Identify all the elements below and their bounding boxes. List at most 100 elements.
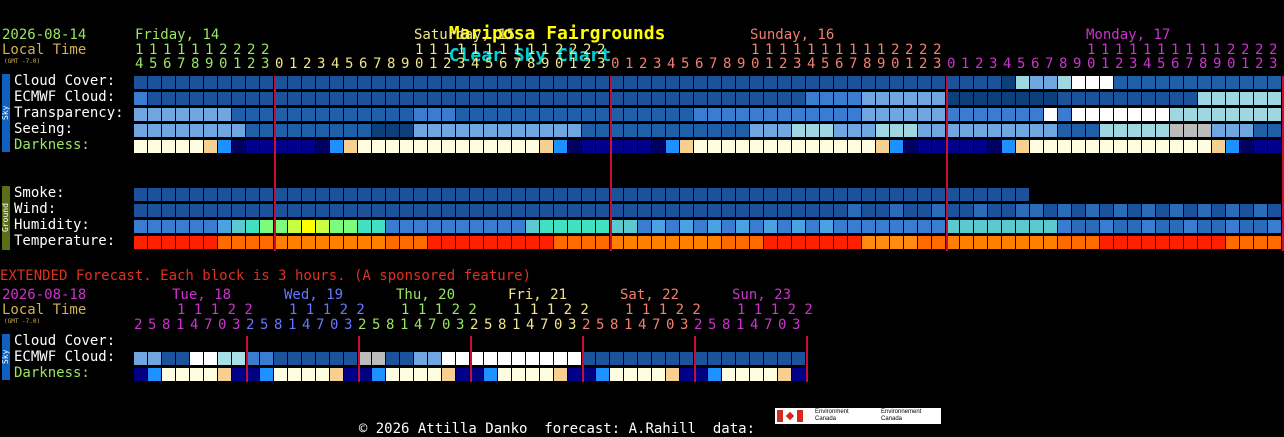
extended-darkness-block[interactable]: [792, 368, 805, 381]
extended-ecmwf-cloud-block[interactable]: [204, 352, 217, 365]
extended-ecmwf-cloud-block[interactable]: [218, 352, 231, 365]
extended-darkness-block[interactable]: [386, 368, 399, 381]
extended-darkness-block[interactable]: [610, 368, 623, 381]
extended-ecmwf-cloud-block[interactable]: [484, 352, 497, 365]
extended-darkness-block[interactable]: [316, 368, 329, 381]
extended-ecmwf-cloud-block[interactable]: [162, 352, 175, 365]
extended-darkness-block[interactable]: [330, 368, 343, 381]
extended-ecmwf-cloud-block[interactable]: [260, 352, 273, 365]
extended-darkness-block[interactable]: [344, 368, 357, 381]
extended-darkness-block[interactable]: [442, 368, 455, 381]
extended-ecmwf-cloud-block[interactable]: [302, 352, 315, 365]
extended-darkness-block[interactable]: [148, 368, 161, 381]
extended-ecmwf-cloud-block[interactable]: [148, 352, 161, 365]
extended-ecmwf-cloud-block[interactable]: [652, 352, 665, 365]
footer-copyright[interactable]: © 2026 Attilla Danko: [359, 421, 528, 437]
extended-darkness-block[interactable]: [484, 368, 497, 381]
extended-ecmwf-cloud-block[interactable]: [666, 352, 679, 365]
extended-hour-digit: 0: [778, 317, 787, 333]
extended-ecmwf-cloud-block[interactable]: [232, 352, 245, 365]
extended-darkness-block[interactable]: [596, 368, 609, 381]
extended-darkness-block[interactable]: [372, 368, 385, 381]
extended-darkness-block[interactable]: [232, 368, 245, 381]
extended-ecmwf-cloud-block[interactable]: [176, 352, 189, 365]
extended-darkness-block[interactable]: [638, 368, 651, 381]
extended-hour-digit: 2: [246, 317, 255, 333]
footer-forecast[interactable]: forecast: A.Rahill: [544, 421, 696, 437]
extended-ecmwf-cloud-block[interactable]: [512, 352, 525, 365]
extended-darkness-block[interactable]: [624, 368, 637, 381]
extended-darkness-block[interactable]: [204, 368, 217, 381]
extended-hour-digit: 1: [736, 317, 745, 333]
extended-hour-digit: 5: [260, 317, 269, 333]
extended-ecmwf-cloud-block[interactable]: [372, 352, 385, 365]
extended-darkness-block[interactable]: [554, 368, 567, 381]
extended-ecmwf-cloud-block[interactable]: [316, 352, 329, 365]
extended-hour-digit: 5: [708, 317, 717, 333]
extended-darkness-block[interactable]: [176, 368, 189, 381]
extended-ecmwf-cloud-block[interactable]: [414, 352, 427, 365]
extended-darkness-block[interactable]: [526, 368, 539, 381]
extended-darkness-block[interactable]: [274, 368, 287, 381]
extended-ecmwf-cloud-block[interactable]: [400, 352, 413, 365]
extended-darkness-block[interactable]: [736, 368, 749, 381]
extended-ecmwf-cloud-block[interactable]: [610, 352, 623, 365]
extended-ecmwf-cloud-block[interactable]: [498, 352, 511, 365]
extended-darkness-block[interactable]: [428, 368, 441, 381]
extended-ecmwf-cloud-block[interactable]: [442, 352, 455, 365]
extended-ecmwf-cloud-block[interactable]: [792, 352, 805, 365]
extended-ecmwf-cloud-block[interactable]: [554, 352, 567, 365]
extended-darkness-block[interactable]: [680, 368, 693, 381]
extended-darkness-block[interactable]: [414, 368, 427, 381]
extended-darkness-block[interactable]: [568, 368, 581, 381]
extended-darkness-block[interactable]: [764, 368, 777, 381]
extended-ecmwf-cloud-block[interactable]: [456, 352, 469, 365]
extended-ecmwf-cloud-block[interactable]: [596, 352, 609, 365]
extended-darkness-block[interactable]: [708, 368, 721, 381]
extended-ecmwf-cloud-block[interactable]: [750, 352, 763, 365]
extended-ecmwf-cloud-block[interactable]: [386, 352, 399, 365]
extended-ecmwf-cloud-block[interactable]: [540, 352, 553, 365]
extended-hour-digit: 1: [288, 317, 297, 333]
extended-ecmwf-cloud-block[interactable]: [722, 352, 735, 365]
extended-ecmwf-cloud-block[interactable]: [428, 352, 441, 365]
extended-hour-digit: 8: [162, 317, 171, 333]
extended-darkness-block[interactable]: [400, 368, 413, 381]
extended-darkness-block[interactable]: [456, 368, 469, 381]
extended-darkness-block[interactable]: [778, 368, 791, 381]
extended-darkness-block[interactable]: [302, 368, 315, 381]
extended-ecmwf-cloud-block[interactable]: [708, 352, 721, 365]
extended-darkness-block[interactable]: [190, 368, 203, 381]
extended-darkness-block[interactable]: [134, 368, 147, 381]
extended-ecmwf-cloud-block[interactable]: [778, 352, 791, 365]
extended-darkness-block[interactable]: [218, 368, 231, 381]
extended-darkness-block[interactable]: [498, 368, 511, 381]
extended-hour-digit: 3: [232, 317, 241, 333]
extended-ecmwf-cloud-block[interactable]: [736, 352, 749, 365]
extended-ecmwf-cloud-block[interactable]: [680, 352, 693, 365]
extended-darkness-block[interactable]: [288, 368, 301, 381]
extended-darkness-block[interactable]: [540, 368, 553, 381]
extended-ecmwf-cloud-block[interactable]: [568, 352, 581, 365]
extended-ecmwf-cloud-block[interactable]: [190, 352, 203, 365]
extended-darkness-block[interactable]: [750, 368, 763, 381]
extended-ecmwf-cloud-block[interactable]: [288, 352, 301, 365]
extended-ecmwf-cloud-block[interactable]: [274, 352, 287, 365]
extended-darkness-block[interactable]: [652, 368, 665, 381]
extended-ecmwf-cloud-block[interactable]: [526, 352, 539, 365]
extended-darkness-block[interactable]: [260, 368, 273, 381]
extended-darkness-block[interactable]: [722, 368, 735, 381]
extended-ecmwf-cloud-block[interactable]: [134, 352, 147, 365]
extended-darkness-block[interactable]: [162, 368, 175, 381]
extended-darkness-block[interactable]: [666, 368, 679, 381]
extended-hour-digit: 4: [414, 317, 423, 333]
extended-ecmwf-cloud-block[interactable]: [764, 352, 777, 365]
extended-ecmwf-cloud-block[interactable]: [344, 352, 357, 365]
environment-canada-logo[interactable]: Environment Canada Environnement Canada: [775, 408, 941, 424]
extended-darkness-block[interactable]: [512, 368, 525, 381]
extended-ecmwf-cloud-block[interactable]: [638, 352, 651, 365]
extended-hour-digit: 0: [554, 317, 563, 333]
extended-ecmwf-cloud-block[interactable]: [330, 352, 343, 365]
extended-hour-digit: 4: [190, 317, 199, 333]
extended-ecmwf-cloud-block[interactable]: [624, 352, 637, 365]
